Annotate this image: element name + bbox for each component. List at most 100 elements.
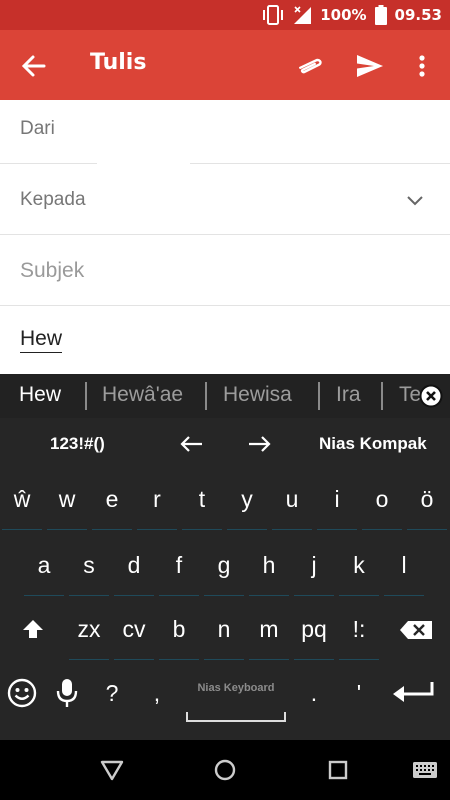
- battery-icon: [374, 5, 387, 25]
- key-label: ,: [153, 680, 161, 706]
- key[interactable]: f: [157, 542, 201, 600]
- backspace-key[interactable]: [394, 606, 438, 664]
- key[interactable]: g: [202, 542, 246, 600]
- emoji-key[interactable]: [0, 670, 44, 728]
- send-icon[interactable]: [354, 51, 386, 81]
- key-label: r: [153, 486, 161, 512]
- symbols-key[interactable]: 123!#(): [50, 434, 105, 454]
- key-label: e: [105, 486, 119, 512]
- key[interactable]: y: [225, 476, 269, 534]
- enter-key[interactable]: [392, 670, 436, 728]
- key-label: i: [334, 486, 340, 512]
- key[interactable]: zx: [67, 606, 111, 664]
- page-title: Tulis: [90, 50, 147, 75]
- navigation-bar: [0, 740, 450, 800]
- key-label: j: [311, 552, 317, 578]
- key[interactable]: e: [90, 476, 134, 534]
- from-field[interactable]: Dari: [0, 100, 450, 164]
- divider: [318, 382, 320, 410]
- key[interactable]: !:: [337, 606, 381, 664]
- key-label: !:: [352, 616, 366, 642]
- divider: [85, 382, 87, 410]
- key-label: g: [217, 552, 231, 578]
- key[interactable]: ŵ: [0, 476, 44, 534]
- key-label: u: [285, 486, 299, 512]
- nav-recents-icon[interactable]: [325, 758, 351, 782]
- close-suggestions-icon[interactable]: [419, 384, 443, 408]
- key[interactable]: w: [45, 476, 89, 534]
- compose-body[interactable]: Hew: [0, 306, 450, 374]
- vibrate-icon: [262, 5, 284, 25]
- microphone-key[interactable]: [45, 670, 89, 728]
- key-label: d: [127, 552, 141, 578]
- key[interactable]: k: [337, 542, 381, 600]
- key[interactable]: i: [315, 476, 359, 534]
- key-label: a: [37, 552, 51, 578]
- keyboard-switch-icon[interactable]: [412, 758, 438, 782]
- key[interactable]: cv: [112, 606, 156, 664]
- space-key[interactable]: Nias Keyboard: [186, 680, 286, 722]
- from-label: Dari: [20, 118, 55, 139]
- back-arrow-icon[interactable]: [18, 50, 50, 82]
- suggestion-strip: Hew Hewâ'ae Hewisa Ira Te: [0, 374, 450, 418]
- key-label: ŵ: [13, 486, 31, 512]
- cursor-left-icon[interactable]: [178, 432, 206, 456]
- key[interactable]: j: [292, 542, 336, 600]
- key[interactable]: s: [67, 542, 111, 600]
- shift-key[interactable]: [11, 606, 55, 664]
- key-label: l: [401, 552, 407, 578]
- more-vert-icon[interactable]: [410, 51, 434, 81]
- key[interactable]: b: [157, 606, 201, 664]
- key[interactable]: ö: [405, 476, 449, 534]
- key[interactable]: o: [360, 476, 404, 534]
- key-label: m: [259, 616, 279, 642]
- key[interactable]: n: [202, 606, 246, 664]
- suggestion[interactable]: Hew: [19, 383, 61, 407]
- key-label: ö: [420, 486, 434, 512]
- key[interactable]: u: [270, 476, 314, 534]
- app-bar: Tulis: [0, 30, 450, 100]
- key-label: s: [83, 552, 95, 578]
- key-label: zx: [77, 616, 101, 642]
- no-signal-icon: [292, 5, 312, 25]
- key-label: .: [310, 680, 318, 706]
- suggestion[interactable]: Ira: [336, 383, 361, 407]
- key[interactable]: t: [180, 476, 224, 534]
- key[interactable]: m: [247, 606, 291, 664]
- key[interactable]: l: [382, 542, 426, 600]
- nav-home-icon[interactable]: [212, 758, 238, 782]
- key-label: n: [217, 616, 231, 642]
- suggestion[interactable]: Hewâ'ae: [102, 383, 183, 407]
- cursor-right-icon[interactable]: [245, 432, 273, 456]
- nav-back-icon[interactable]: [99, 758, 125, 782]
- key[interactable]: pq: [292, 606, 336, 664]
- body-text: Hew: [20, 326, 63, 353]
- subject-field[interactable]: Subjek: [0, 235, 450, 306]
- layout-key[interactable]: Nias Kompak: [319, 434, 427, 454]
- key-label: h: [262, 552, 276, 578]
- key-label: k: [353, 552, 365, 578]
- key[interactable]: .: [292, 670, 336, 728]
- key[interactable]: h: [247, 542, 291, 600]
- to-field[interactable]: Kepada: [0, 164, 450, 235]
- key[interactable]: ?: [90, 670, 134, 728]
- attach-icon[interactable]: [293, 51, 325, 81]
- subject-placeholder: Subjek: [20, 259, 85, 282]
- key[interactable]: ': [337, 670, 381, 728]
- status-bar: 100% 09.53: [0, 0, 450, 30]
- divider: [381, 382, 383, 410]
- space-icon: [186, 712, 286, 722]
- divider: [205, 382, 207, 410]
- key[interactable]: ,: [135, 670, 179, 728]
- keyboard: Hew Hewâ'ae Hewisa Ira Te 123!#() Nias K…: [0, 374, 450, 740]
- chevron-down-icon[interactable]: [403, 188, 427, 212]
- key[interactable]: d: [112, 542, 156, 600]
- suggestion[interactable]: Hewisa: [223, 383, 292, 407]
- suggestion[interactable]: Te: [399, 383, 421, 407]
- key[interactable]: r: [135, 476, 179, 534]
- key-label: cv: [122, 616, 146, 642]
- key-label: y: [241, 486, 253, 512]
- key-label: ?: [105, 680, 119, 706]
- key[interactable]: a: [22, 542, 66, 600]
- to-label: Kepada: [20, 189, 86, 210]
